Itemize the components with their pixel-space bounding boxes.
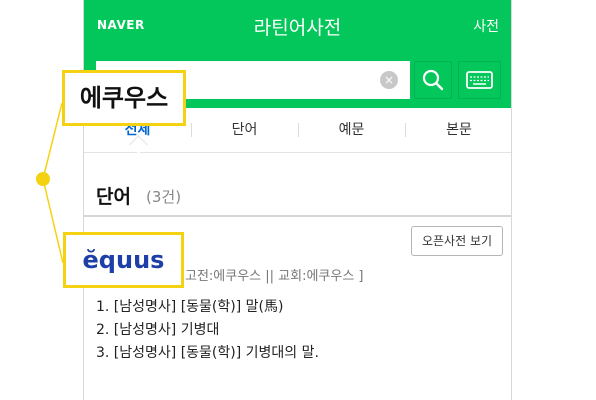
latin-word-callout: ĕquus (63, 232, 184, 288)
callout-connector (36, 102, 64, 264)
korean-word-callout: 에쿠우스 (62, 70, 186, 126)
connector-dot (36, 172, 50, 186)
